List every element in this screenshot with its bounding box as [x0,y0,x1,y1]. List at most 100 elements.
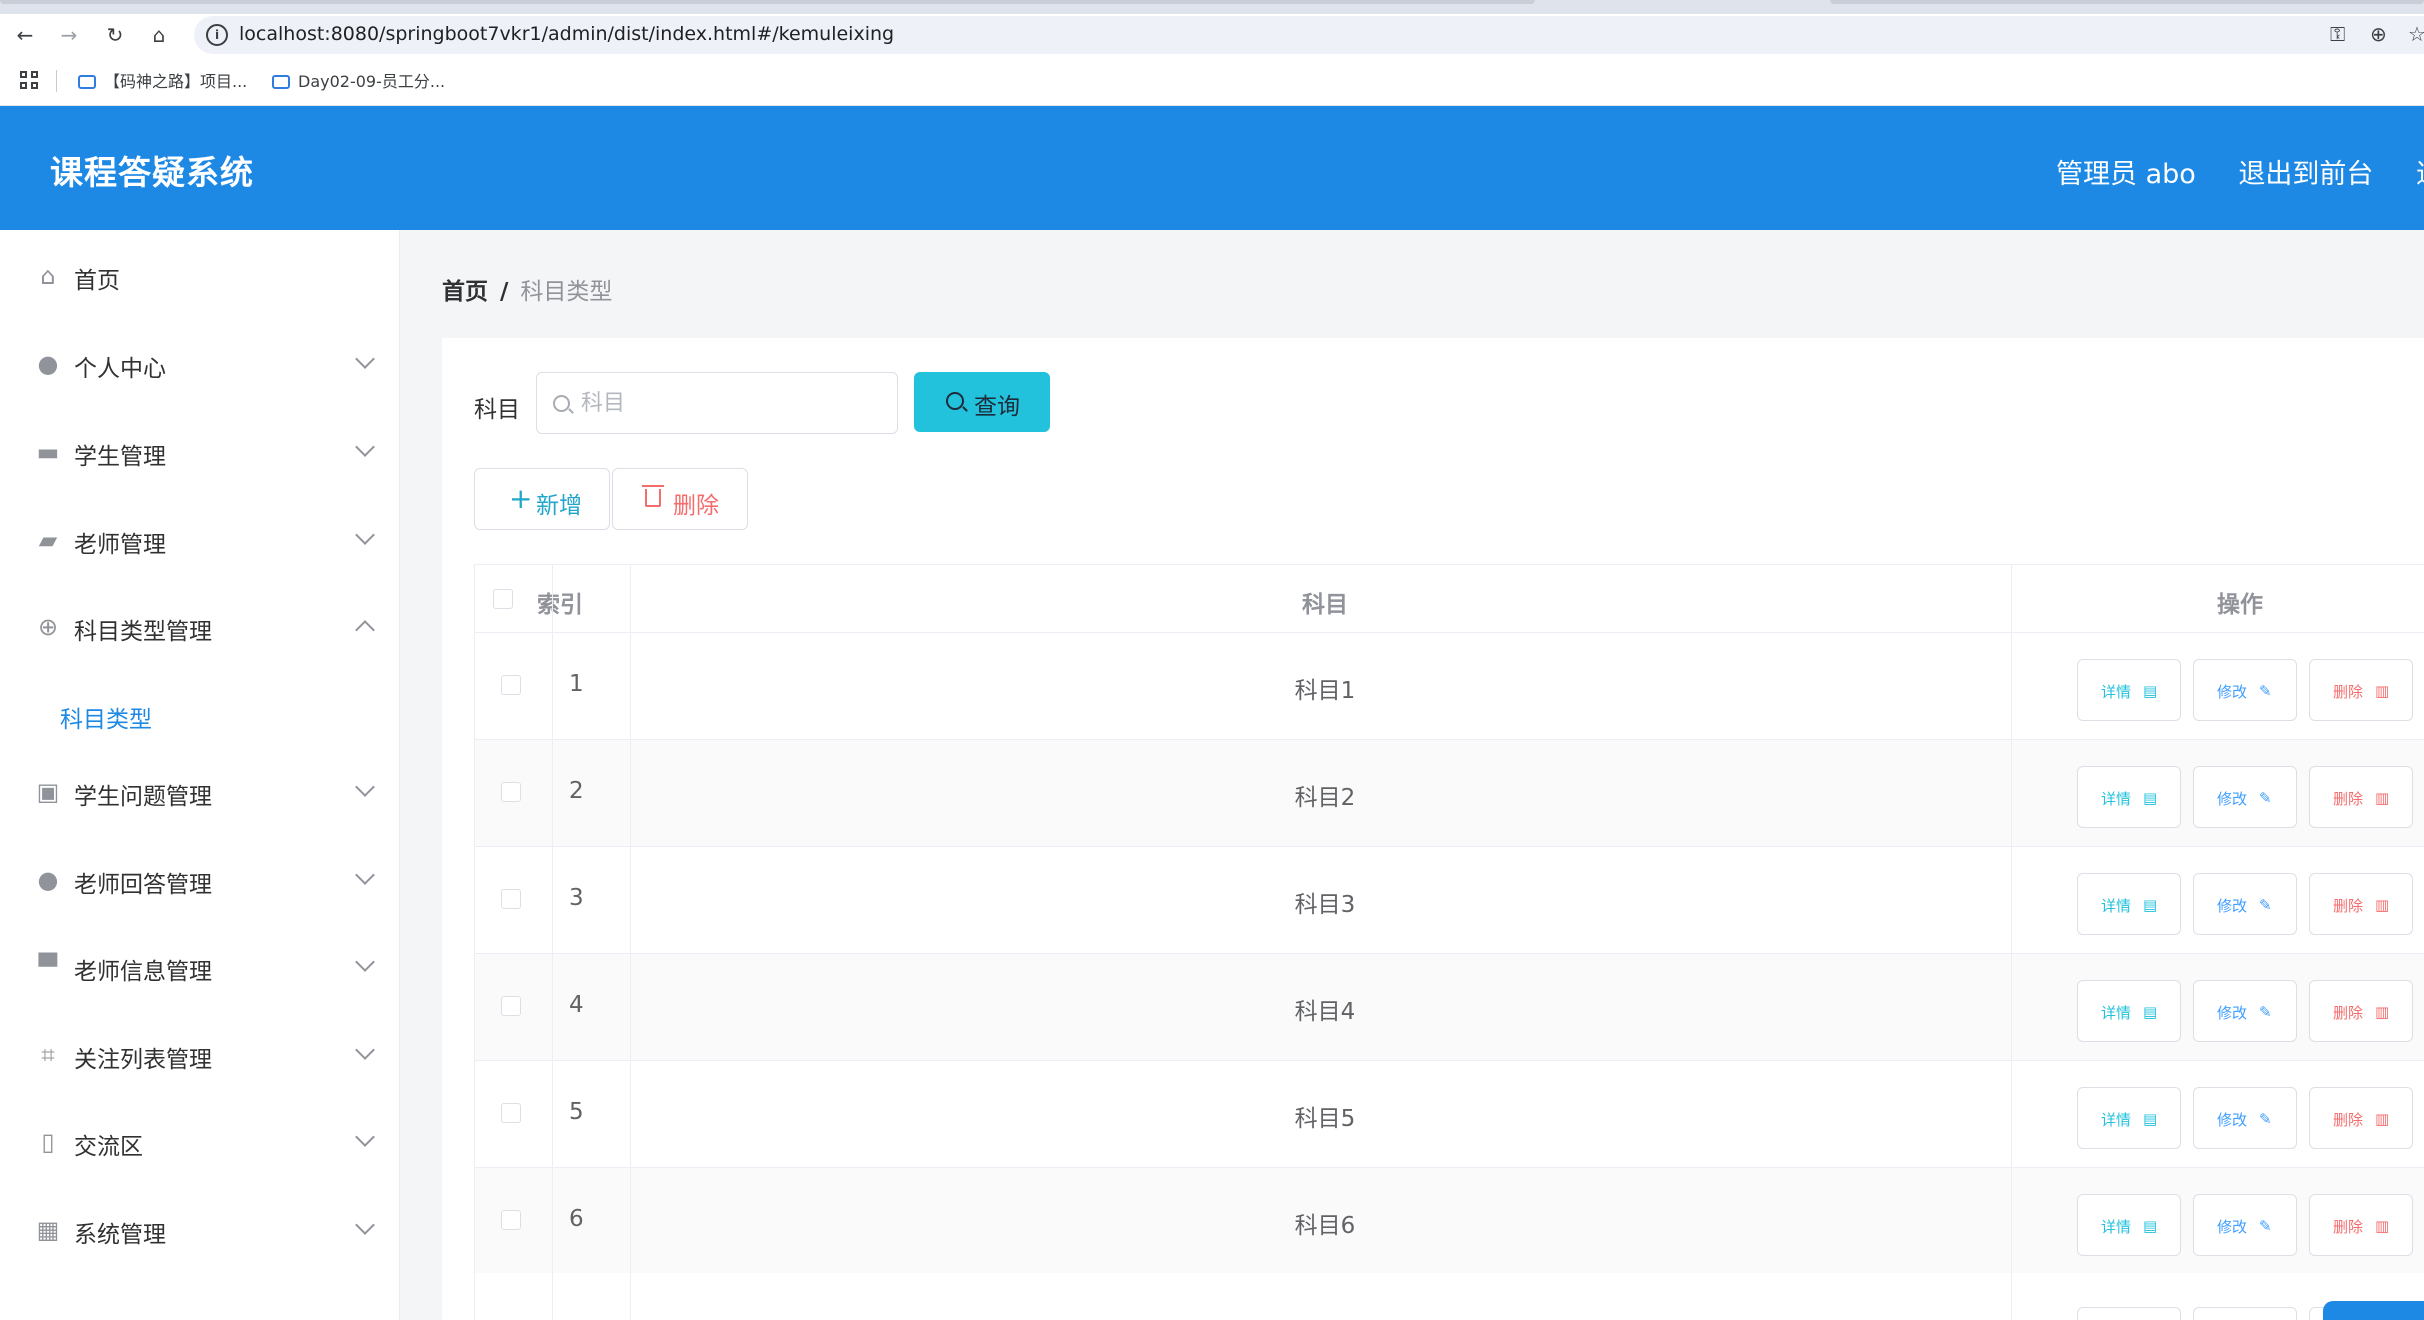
address-bar[interactable]: i localhost:8080/springboot7vkr1/admin/d… [194,16,2424,54]
delete-button[interactable]: 删除 ▥ [2309,659,2413,721]
sidebar-subitem-subject-type[interactable]: 科目类型 [0,685,400,745]
sidebar-item-students[interactable]: ▬ 学生管理 [0,422,400,482]
sidebar-item-label: 交流区 [74,1134,143,1160]
edit-button[interactable]: 修改 ✎ [2193,873,2297,935]
detail-button-label: 详情 [2101,897,2132,915]
edit-button[interactable]: 修改 ✎ [2193,766,2297,828]
detail-button[interactable]: 详情 ▤ [2077,1194,2181,1256]
user-icon: ● [37,866,59,894]
zoom-icon[interactable]: ⊕ [2370,22,2387,46]
row-index: 1 [569,671,584,697]
app-title: 课程答疑系统 [50,153,254,192]
document-icon: ▤ [2143,789,2158,807]
search-icon [553,395,570,412]
edit-button[interactable]: 修改 ✎ [2193,1087,2297,1149]
home-icon: ⌂ [40,262,56,290]
trash-icon: ▥ [2375,682,2390,700]
user-icon: ● [37,350,59,378]
content-card: 科目 查询 + 新增 删除 索引 科目 操作 1 [442,338,2424,1320]
breadcrumb-current: 科目类型 [520,279,613,305]
breadcrumb-home[interactable]: 首页 [442,279,488,305]
row-index: 3 [569,885,584,911]
exit-to-front-link[interactable]: 退出到前台 [2238,159,2373,190]
edit-button-label: 修改 [2217,683,2248,701]
select-all-checkbox[interactable] [493,589,513,609]
trash-icon: ▥ [2375,789,2390,807]
browser-tab[interactable] [0,0,1535,4]
detail-button-label: 详情 [2101,1218,2132,1236]
detail-button[interactable] [2077,1307,2181,1320]
sidebar-item-label: 老师信息管理 [74,959,212,985]
sidebar-item-label: 老师回答管理 [74,872,212,898]
row-index: 5 [569,1099,584,1125]
forward-icon[interactable]: → [54,20,84,50]
star-icon[interactable]: ☆ [2408,22,2424,46]
scroll-indicator[interactable] [2323,1301,2424,1320]
edit-button[interactable]: 修改 ✎ [2193,659,2297,721]
browser-tab[interactable] [1830,0,2424,4]
edit-icon: ✎ [2259,789,2272,807]
sidebar-item-follow-list[interactable]: ⌗ 关注列表管理 [0,1025,400,1085]
sidebar-item-teacher-info[interactable]: ▀ 老师信息管理 [0,937,400,997]
edit-button[interactable]: 修改 ✎ [2193,980,2297,1042]
sidebar-item-home[interactable]: ⌂ 首页 [0,246,400,306]
delete-button[interactable]: 删除 ▥ [2309,980,2413,1042]
delete-button-label: 删除 [2333,790,2364,808]
search-input[interactable] [581,385,881,421]
site-info-icon[interactable]: i [206,24,228,46]
detail-button[interactable]: 详情 ▤ [2077,980,2181,1042]
bookmark-item[interactable]: 【码神之路】项目... [78,68,247,92]
detail-button[interactable]: 详情 ▤ [2077,766,2181,828]
sidebar-item-profile[interactable]: ● 个人中心 [0,334,400,394]
edit-button-label: 修改 [2217,1218,2248,1236]
bookmark-item[interactable]: Day02-09-员工分... [272,68,445,92]
url-text[interactable]: localhost:8080/springboot7vkr1/admin/dis… [239,23,894,45]
detail-button[interactable]: 详情 ▤ [2077,873,2181,935]
query-button[interactable]: 查询 [914,372,1050,432]
row-checkbox[interactable] [501,782,521,802]
sidebar-item-forum[interactable]: ▯ 交流区 [0,1112,400,1172]
delete-button[interactable]: 删除 ▥ [2309,1087,2413,1149]
monitor-icon: ▀ [38,953,58,981]
row-checkbox[interactable] [501,996,521,1016]
table-row-partial [475,1273,2424,1320]
delete-button[interactable]: 删除 ▥ [2309,1194,2413,1256]
detail-button[interactable]: 详情 ▤ [2077,659,2181,721]
logout-link[interactable]: 退出 [2416,159,2424,190]
row-checkbox[interactable] [501,1210,521,1230]
plus-icon: + [509,482,533,515]
row-checkbox[interactable] [501,1103,521,1123]
delete-button[interactable]: 删除 ▥ [2309,873,2413,935]
add-button[interactable]: + 新增 [474,468,610,530]
table-row: 2 科目2 详情 ▤ 修改 ✎ 删除 ▥ [475,740,2424,847]
column-header-operations: 操作 [2217,592,2263,618]
back-icon[interactable]: ← [10,20,40,50]
sidebar-item-label: 科目类型管理 [74,619,212,645]
home-icon[interactable]: ⌂ [144,20,174,50]
table-row: 6 科目6 详情 ▤ 修改 ✎ 删除 ▥ [475,1168,2424,1275]
apps-grid-icon[interactable] [20,71,40,91]
sidebar-item-teachers[interactable]: ▰ 老师管理 [0,510,400,570]
sidebar-item-subject-types[interactable]: ⊕ 科目类型管理 [0,597,400,657]
document-icon: ▤ [2143,1217,2158,1235]
edit-button[interactable]: 修改 ✎ [2193,1194,2297,1256]
sidebar-item-label: 首页 [74,268,120,294]
delete-button[interactable]: 删除 ▥ [2309,766,2413,828]
chevron-down-icon [355,952,375,972]
browser-tab-strip [0,0,2424,14]
delete-button-label: 删除 [2333,683,2364,701]
batch-delete-button[interactable]: 删除 [612,468,748,530]
row-checkbox[interactable] [501,675,521,695]
edit-button-label: 修改 [2217,1004,2248,1022]
sidebar-item-student-questions[interactable]: ▣ 学生问题管理 [0,762,400,822]
detail-button[interactable]: 详情 ▤ [2077,1087,2181,1149]
row-checkbox[interactable] [501,889,521,909]
edit-button[interactable] [2193,1307,2297,1320]
key-icon[interactable]: ⚿ [2330,22,2345,46]
reload-icon[interactable]: ↻ [100,20,130,50]
search-field[interactable] [536,372,898,434]
sidebar-item-system[interactable]: ▦ 系统管理 [0,1200,400,1260]
sidebar-item-teacher-answers[interactable]: ● 老师回答管理 [0,850,400,910]
row-index: 2 [569,778,584,804]
sidebar-item-label: 老师管理 [74,532,166,558]
